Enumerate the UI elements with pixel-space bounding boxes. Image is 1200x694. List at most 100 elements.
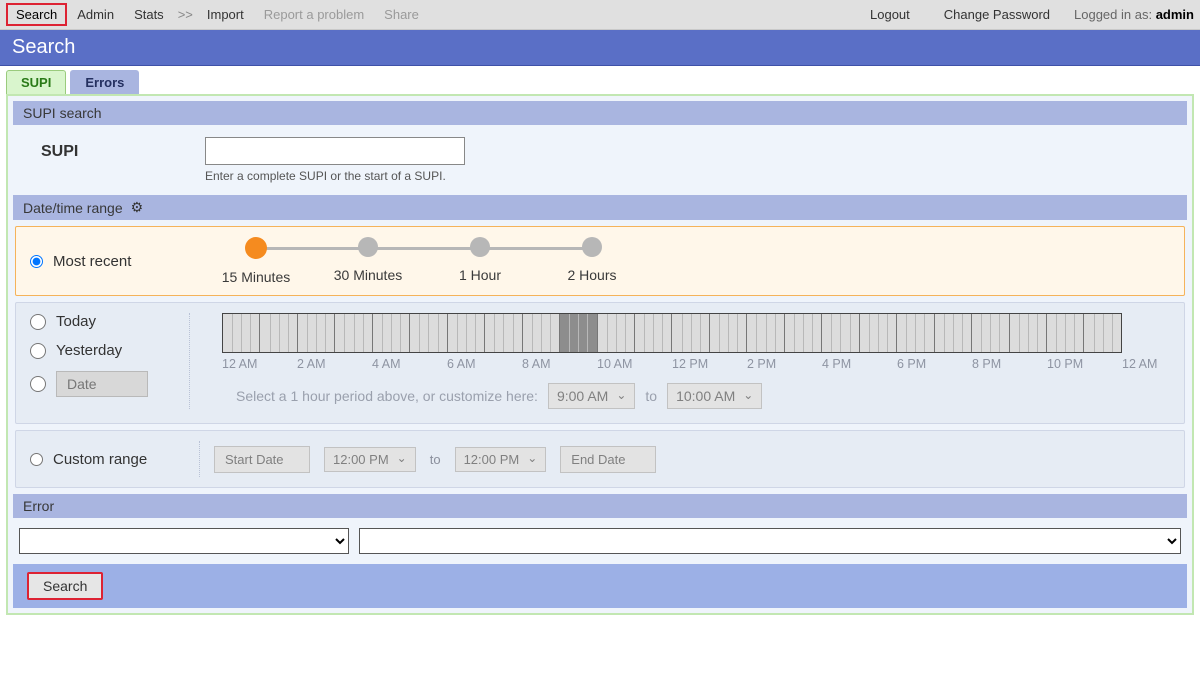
page-title-bar: Search xyxy=(0,30,1200,66)
hour-cell[interactable] xyxy=(448,314,485,352)
top-nav: Search Admin Stats >> Import Report a pr… xyxy=(0,0,1200,30)
hour-label: 2 AM xyxy=(297,357,372,371)
search-button[interactable]: Search xyxy=(27,572,103,600)
supi-section-title: SUPI search xyxy=(23,105,102,121)
hour-cell[interactable] xyxy=(523,314,560,352)
hour-cell[interactable] xyxy=(822,314,859,352)
recent-caption-2hr: 2 Hours xyxy=(567,267,616,283)
end-date-input[interactable]: End Date xyxy=(560,446,656,473)
search-page: SUPI search SUPI Enter a complete SUPI o… xyxy=(6,94,1194,615)
hour-cell[interactable] xyxy=(560,314,597,352)
hour-cell[interactable] xyxy=(1084,314,1120,352)
error-section-body xyxy=(11,520,1189,562)
radio-date[interactable] xyxy=(30,376,46,392)
nav-logout[interactable]: Logout xyxy=(860,3,920,26)
hour-cell[interactable] xyxy=(635,314,672,352)
tabs: SUPI Errors xyxy=(0,66,1200,94)
recent-caption-15min: 15 Minutes xyxy=(222,269,290,285)
recent-stop-2hr[interactable] xyxy=(582,237,602,257)
hour-cell[interactable] xyxy=(223,314,260,352)
chevron-down-icon xyxy=(397,452,407,467)
nav-change-password[interactable]: Change Password xyxy=(934,3,1060,26)
hour-cell[interactable] xyxy=(1010,314,1047,352)
hour-cell[interactable] xyxy=(897,314,934,352)
hour-label: 8 AM xyxy=(522,357,597,371)
hour-cell[interactable] xyxy=(410,314,447,352)
end-time-value: 12:00 PM xyxy=(464,452,520,467)
custom-to-word: to xyxy=(430,452,441,467)
hour-cell[interactable] xyxy=(1047,314,1084,352)
hour-cell[interactable] xyxy=(672,314,709,352)
gear-icon[interactable] xyxy=(131,199,144,216)
datetime-section-header: Date/time range xyxy=(13,195,1187,220)
logged-in-user: admin xyxy=(1156,7,1194,22)
hour-cell[interactable] xyxy=(747,314,784,352)
hour-label: 8 PM xyxy=(972,357,1047,371)
hour-label: 6 AM xyxy=(447,357,522,371)
hour-label: 4 PM xyxy=(822,357,897,371)
hour-label: 12 PM xyxy=(672,357,747,371)
logged-in-label: Logged in as: admin xyxy=(1074,7,1194,22)
from-time-select[interactable]: 9:00 AM xyxy=(548,383,635,409)
hour-select-prompt: Select a 1 hour period above, or customi… xyxy=(236,388,538,404)
tab-supi[interactable]: SUPI xyxy=(6,70,66,94)
hour-label: 2 PM xyxy=(747,357,822,371)
recent-caption-30min: 30 Minutes xyxy=(334,267,402,283)
error-category-select[interactable] xyxy=(19,528,349,554)
yesterday-label: Yesterday xyxy=(56,342,122,359)
nav-stats[interactable]: Stats xyxy=(124,3,174,26)
nav-share: Share xyxy=(374,3,429,26)
hour-cell[interactable] xyxy=(373,314,410,352)
recent-stop-30min[interactable] xyxy=(358,237,378,257)
hour-cell[interactable] xyxy=(298,314,335,352)
supi-label: SUPI xyxy=(25,137,205,161)
hour-label: 12 AM xyxy=(1122,357,1197,371)
supi-section-header: SUPI search xyxy=(13,101,1187,125)
to-time-select[interactable]: 10:00 AM xyxy=(667,383,762,409)
nav-import[interactable]: Import xyxy=(197,3,254,26)
start-time-value: 12:00 PM xyxy=(333,452,389,467)
error-value-select[interactable] xyxy=(359,528,1181,554)
hour-cell[interactable] xyxy=(710,314,747,352)
radio-custom-range[interactable] xyxy=(30,453,43,466)
start-date-input[interactable]: Start Date xyxy=(214,446,310,473)
nav-search[interactable]: Search xyxy=(6,3,67,26)
end-time-select[interactable]: 12:00 PM xyxy=(455,447,547,472)
to-word: to xyxy=(645,388,657,404)
date-picker[interactable]: Date xyxy=(56,371,148,397)
today-label: Today xyxy=(56,313,96,330)
recent-slider: 15 Minutes 30 Minutes 1 Hour 2 Hours xyxy=(200,237,648,285)
hour-cell[interactable] xyxy=(598,314,635,352)
supi-helper-text: Enter a complete SUPI or the start of a … xyxy=(205,169,465,183)
hour-cell[interactable] xyxy=(972,314,1009,352)
search-footer: Search xyxy=(13,564,1187,608)
nav-admin[interactable]: Admin xyxy=(67,3,124,26)
day-card: Today Yesterday Date 12 AM2 AM4 AM6 AM8 … xyxy=(15,302,1185,424)
hour-label: 12 AM xyxy=(222,357,297,371)
radio-most-recent[interactable] xyxy=(30,255,43,268)
hour-cell[interactable] xyxy=(860,314,897,352)
recent-stop-1hr[interactable] xyxy=(470,237,490,257)
page-title: Search xyxy=(12,36,75,58)
hour-label: 6 PM xyxy=(897,357,972,371)
hour-cell[interactable] xyxy=(485,314,522,352)
hour-label: 10 AM xyxy=(597,357,672,371)
nav-more-icon[interactable]: >> xyxy=(174,7,197,22)
radio-yesterday[interactable] xyxy=(30,343,46,359)
hour-cell[interactable] xyxy=(260,314,297,352)
custom-range-label: Custom range xyxy=(53,451,147,468)
recent-caption-1hr: 1 Hour xyxy=(459,267,501,283)
supi-section-body: SUPI Enter a complete SUPI or the start … xyxy=(15,129,1185,191)
datetime-section-title: Date/time range xyxy=(23,200,123,216)
hour-cell[interactable] xyxy=(785,314,822,352)
error-section-header: Error xyxy=(13,494,1187,518)
radio-today[interactable] xyxy=(30,314,46,330)
start-time-select[interactable]: 12:00 PM xyxy=(324,447,416,472)
hour-cell[interactable] xyxy=(935,314,972,352)
hour-grid[interactable] xyxy=(222,313,1122,353)
tab-errors[interactable]: Errors xyxy=(70,70,139,94)
logged-in-prefix: Logged in as: xyxy=(1074,7,1156,22)
recent-stop-15min[interactable] xyxy=(245,237,267,259)
supi-input[interactable] xyxy=(205,137,465,165)
hour-cell[interactable] xyxy=(335,314,372,352)
